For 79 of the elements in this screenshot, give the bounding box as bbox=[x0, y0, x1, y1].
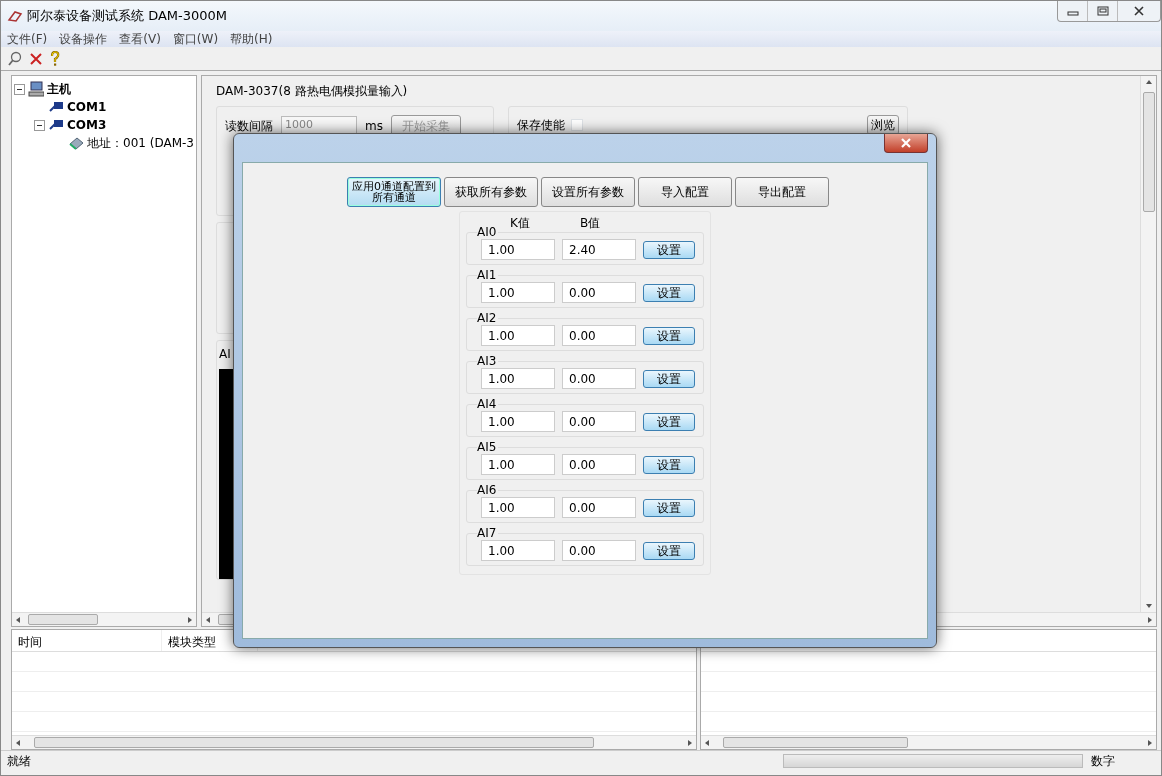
channel-label: AI2 bbox=[477, 312, 499, 325]
channel-label: AI6 bbox=[477, 484, 499, 497]
status-text: 就绪 bbox=[7, 752, 31, 770]
set-button[interactable]: 设置 bbox=[643, 455, 695, 474]
set-button[interactable]: 设置 bbox=[643, 369, 695, 388]
delete-icon[interactable] bbox=[29, 51, 43, 66]
channel-label: AI4 bbox=[477, 398, 499, 411]
column-header: B值 bbox=[579, 215, 601, 230]
channel-label: AI5 bbox=[477, 441, 499, 454]
close-icon bbox=[1133, 6, 1145, 16]
vertical-scrollbar[interactable] bbox=[1140, 76, 1156, 612]
horizontal-scrollbar[interactable] bbox=[701, 735, 1156, 749]
window-title: 阿尔泰设备测试系统 DAM-3000M bbox=[27, 7, 227, 26]
field-label: 保存使能 bbox=[517, 117, 565, 134]
app-icon bbox=[7, 8, 23, 24]
set-button[interactable]: 设置 bbox=[643, 326, 695, 345]
b-input[interactable]: 0.00 bbox=[562, 325, 636, 346]
status-mode: 数字 bbox=[1091, 752, 1115, 770]
set-button[interactable]: 设置 bbox=[643, 498, 695, 517]
k-input[interactable]: 1.00 bbox=[481, 540, 555, 561]
search-icon[interactable] bbox=[7, 50, 23, 67]
k-input[interactable]: 1.00 bbox=[481, 368, 555, 389]
scrollbar-thumb[interactable] bbox=[28, 614, 98, 625]
tree-item[interactable]: COM1 bbox=[67, 98, 107, 116]
set-button[interactable]: 设置 bbox=[643, 541, 695, 560]
group-title: DAM-3037(8 路热电偶模拟量输入) bbox=[216, 83, 409, 100]
close-button[interactable] bbox=[884, 134, 928, 153]
browse-button[interactable]: 浏览 bbox=[867, 115, 899, 135]
menu-item[interactable]: 查看(V) bbox=[119, 31, 161, 47]
channel-label: AI3 bbox=[477, 355, 499, 368]
collapse-icon[interactable] bbox=[34, 119, 45, 131]
computer-icon bbox=[28, 81, 44, 97]
menu-item[interactable]: 窗口(W) bbox=[172, 31, 219, 47]
close-icon bbox=[900, 138, 912, 148]
chart-label: AI bbox=[219, 346, 232, 363]
restore-icon bbox=[1096, 6, 1109, 16]
k-input[interactable]: 1.00 bbox=[481, 497, 555, 518]
b-input[interactable]: 2.40 bbox=[562, 239, 636, 260]
action-button[interactable]: 设置所有参数 bbox=[541, 177, 635, 207]
column-header: 时间 bbox=[12, 630, 162, 651]
k-input[interactable]: 1.00 bbox=[481, 325, 555, 346]
menu-item[interactable]: 文件(F) bbox=[7, 31, 48, 47]
horizontal-scrollbar[interactable] bbox=[12, 735, 696, 749]
field-label: 读数间隔 bbox=[225, 118, 273, 135]
b-input[interactable]: 0.00 bbox=[562, 497, 636, 518]
tree-item[interactable]: 主机 bbox=[47, 80, 71, 98]
column-header: K值 bbox=[510, 215, 530, 230]
b-input[interactable]: 0.00 bbox=[562, 368, 636, 389]
tree-item[interactable]: 地址：001 (DAM-3 bbox=[87, 134, 194, 152]
b-input[interactable]: 0.00 bbox=[562, 454, 636, 475]
scrollbar-thumb[interactable] bbox=[723, 737, 908, 748]
k-input[interactable]: 1.00 bbox=[481, 454, 555, 475]
action-button[interactable]: 获取所有参数 bbox=[444, 177, 538, 207]
menu-item[interactable]: 帮助(H) bbox=[230, 31, 273, 47]
scrollbar-thumb[interactable] bbox=[34, 737, 594, 748]
collapse-icon[interactable] bbox=[14, 83, 25, 95]
horizontal-scrollbar[interactable] bbox=[12, 612, 196, 626]
tree-item[interactable]: COM3 bbox=[67, 116, 107, 134]
b-input[interactable]: 0.00 bbox=[562, 411, 636, 432]
action-button[interactable]: 应用0通道配置到所有通道 bbox=[347, 177, 441, 207]
b-input[interactable]: 0.00 bbox=[562, 282, 636, 303]
module-icon bbox=[68, 135, 84, 151]
k-input[interactable]: 1.00 bbox=[481, 282, 555, 303]
channel-label: AI7 bbox=[477, 527, 499, 540]
menu-item[interactable]: 设备操作 bbox=[59, 31, 108, 47]
channel-label: AI0 bbox=[477, 226, 499, 239]
k-input[interactable]: 1.00 bbox=[481, 411, 555, 432]
action-button[interactable]: 导入配置 bbox=[638, 177, 732, 207]
set-button[interactable]: 设置 bbox=[643, 412, 695, 431]
help-icon[interactable] bbox=[49, 50, 61, 67]
action-button[interactable]: 导出配置 bbox=[735, 177, 829, 207]
scrollbar-thumb[interactable] bbox=[1142, 92, 1155, 212]
set-button[interactable]: 设置 bbox=[643, 283, 695, 302]
channel-label: AI1 bbox=[477, 269, 499, 282]
save-checkbox[interactable] bbox=[571, 119, 583, 131]
k-input[interactable]: 1.00 bbox=[481, 239, 555, 260]
set-button[interactable]: 设置 bbox=[643, 240, 695, 259]
unit-label: ms bbox=[365, 118, 383, 135]
b-input[interactable]: 0.00 bbox=[562, 540, 636, 561]
